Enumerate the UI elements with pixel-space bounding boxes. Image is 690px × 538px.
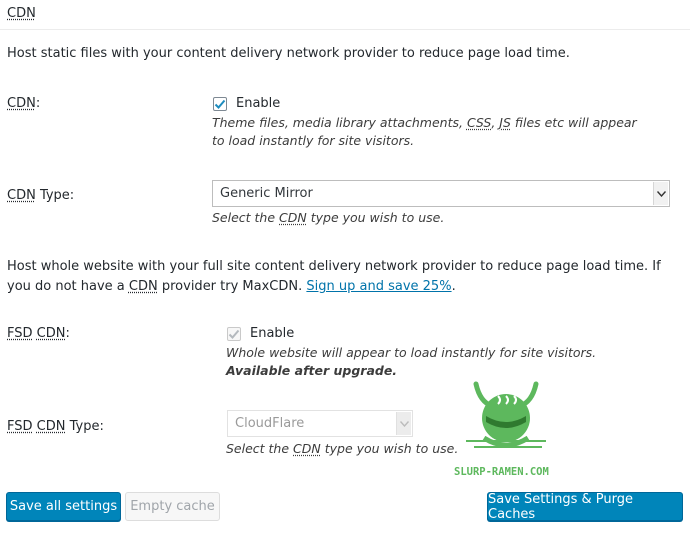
save-and-purge-button[interactable]: Save Settings & Purge Caches: [487, 492, 683, 522]
cdn-type-selected-value: Generic Mirror: [220, 186, 313, 201]
fsd-cdn-help-part: Whole website will appear to load instan…: [226, 345, 597, 360]
cdn-abbr: CDN: [293, 441, 321, 456]
fsd-cdn-label-suffix: :: [65, 326, 70, 341]
chevron-down-icon[interactable]: [653, 182, 668, 205]
cdn-type-label: CDN Type:: [7, 188, 74, 203]
cdn-abbr: CDN: [7, 188, 36, 203]
fsd-cdn-type-help-part: Select the: [226, 441, 294, 456]
fsd-cdn-type-label: FSD CDN Type:: [7, 419, 104, 434]
cdn-abbr: CDN: [36, 326, 66, 341]
cdn-type-help: Select the CDN type you wish to use.: [212, 209, 444, 227]
css-abbr: CSS: [466, 115, 492, 130]
cdn-enable-checkbox[interactable]: [213, 97, 227, 111]
signup-link[interactable]: Sign up and save 25%: [306, 279, 451, 294]
cdn-help-part: Theme files, media library attachments,: [212, 115, 467, 130]
fsd-cdn-enable-label[interactable]: Enable: [250, 326, 294, 341]
section-divider: [0, 29, 690, 30]
fsd-cdn-type-help-part: type you wish to use.: [320, 441, 459, 456]
fsd-cdn-help: Whole website will appear to load instan…: [226, 344, 656, 380]
cdn-abbr: CDN: [128, 279, 158, 294]
empty-cache-button[interactable]: Empty cache: [125, 492, 220, 521]
fsd-description-part: .: [451, 279, 456, 294]
fsd-cdn-type-help: Select the CDN type you wish to use.: [226, 440, 458, 458]
fsd-cdn-type-select[interactable]: CloudFlare: [227, 410, 413, 437]
cdn-abbr: CDN: [279, 210, 307, 225]
cdn-type-help-part: Select the: [212, 210, 280, 225]
upgrade-notice: Available after upgrade.: [226, 363, 398, 378]
cdn-abbr: CDN: [36, 419, 66, 434]
cdn-type-select[interactable]: Generic Mirror: [212, 180, 670, 207]
cdn-type-label-rest: Type:: [35, 188, 75, 203]
fsd-cdn-type-label-rest: Type:: [65, 419, 104, 434]
fsd-description-part: provider try MaxCDN.: [157, 279, 307, 294]
fsd-description: Host whole website with your full site c…: [7, 257, 677, 297]
cdn-label: CDN:: [7, 96, 40, 111]
fsd-cdn-label: FSD CDN:: [7, 326, 70, 341]
cdn-abbr: CDN: [7, 96, 36, 111]
cdn-description: Host static files with your content deli…: [7, 46, 570, 61]
fsd-abbr: FSD: [7, 326, 33, 341]
fsd-cdn-type-selected-value: CloudFlare: [235, 416, 305, 431]
cdn-enable-label[interactable]: Enable: [236, 96, 280, 111]
ramen-samurai-icon: [466, 381, 546, 448]
fsd-cdn-enable-checkbox[interactable]: [227, 327, 241, 341]
cdn-label-suffix: :: [35, 96, 41, 111]
checkmark-icon: [228, 329, 240, 339]
cdn-help: Theme files, media library attachments, …: [212, 114, 652, 150]
js-abbr: JS: [499, 115, 511, 130]
cdn-type-help-part: type you wish to use.: [306, 210, 445, 225]
chevron-down-icon[interactable]: [396, 412, 411, 435]
fsd-abbr: FSD: [7, 419, 33, 434]
section-title: CDN: [7, 6, 36, 21]
save-all-settings-button[interactable]: Save all settings: [6, 492, 121, 521]
watermark-logo: SLURP-RAMEN.COM: [446, 376, 566, 481]
checkmark-icon: [214, 99, 226, 109]
watermark-text: SLURP-RAMEN.COM: [454, 466, 549, 478]
